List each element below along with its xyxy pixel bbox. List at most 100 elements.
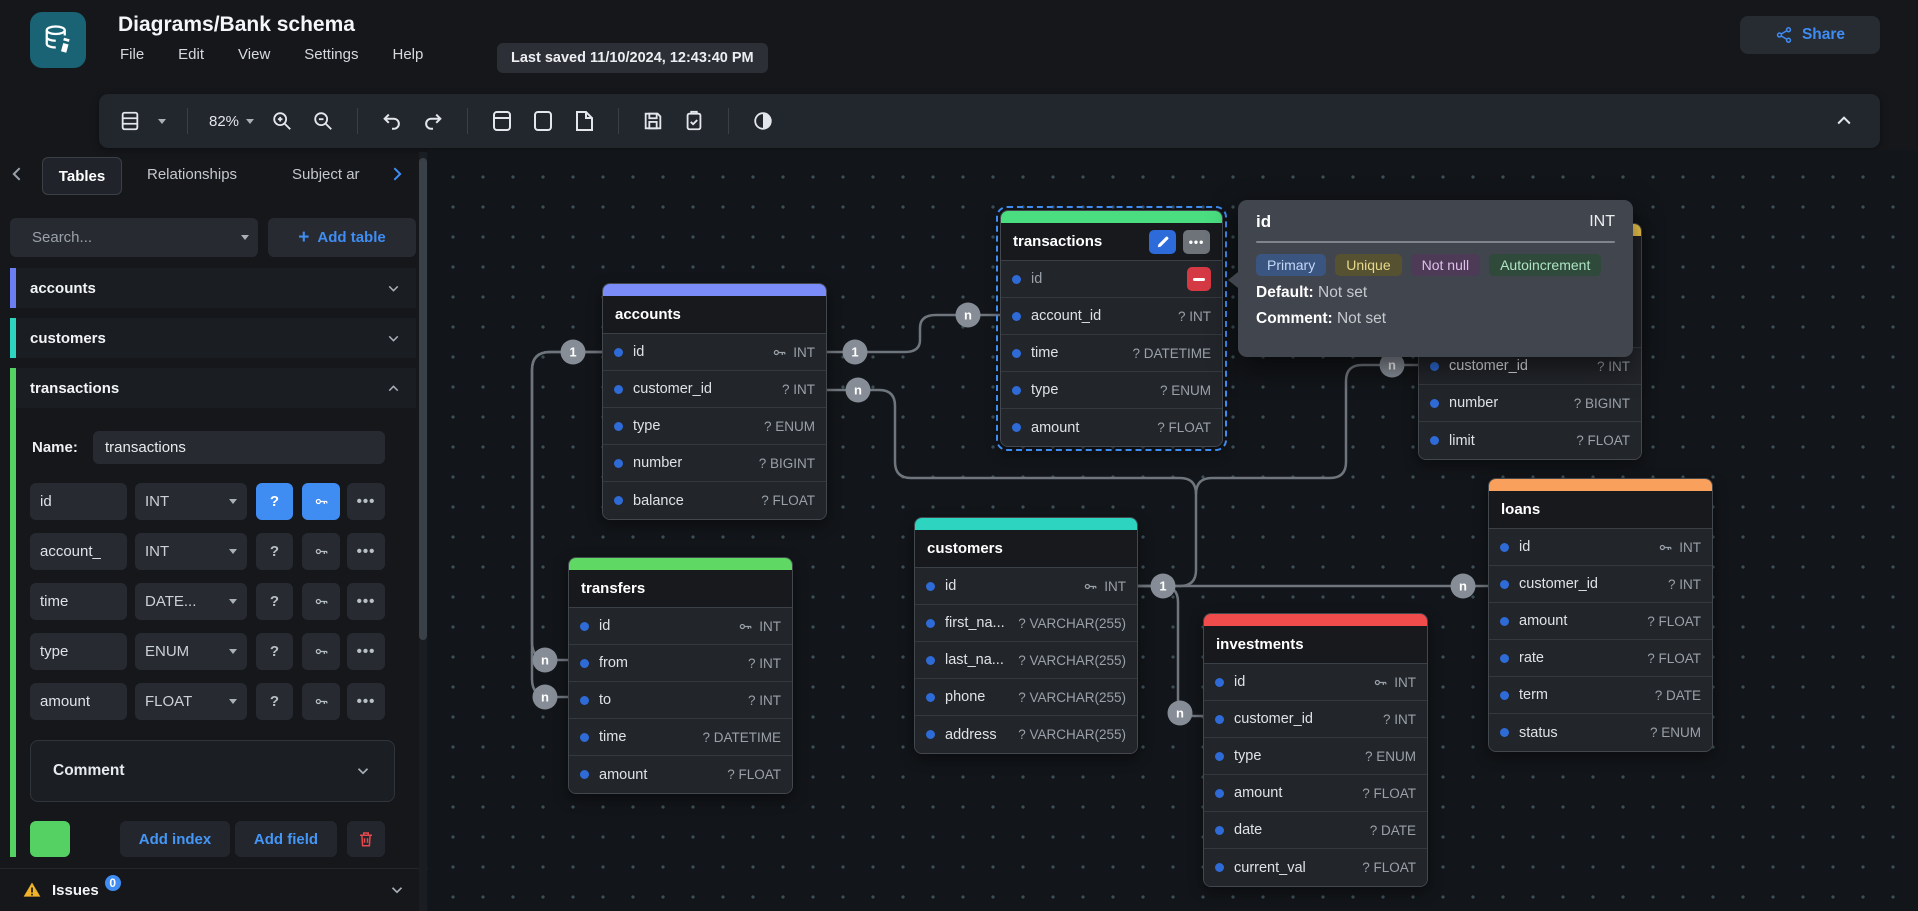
layout-rows-icon[interactable] <box>117 108 143 134</box>
menu-settings[interactable]: Settings <box>304 46 358 63</box>
field-more-button[interactable]: ••• <box>347 633 385 670</box>
sidebar-item-customers[interactable]: customers <box>10 318 416 358</box>
table-field-row-id[interactable]: idINT <box>603 334 826 371</box>
table-field-row-number[interactable]: number? BIGINT <box>603 445 826 482</box>
tab-relationships[interactable]: Relationships <box>147 166 237 183</box>
sidebar-item-transactions[interactable]: transactions <box>10 368 416 408</box>
issues-bar[interactable]: Issues 0 <box>0 868 428 911</box>
table-field-row-status[interactable]: status? ENUM <box>1489 714 1712 751</box>
chevron-down-icon[interactable] <box>385 330 402 347</box>
field-type-select[interactable]: ENUM <box>135 633 247 670</box>
issues-chevron-icon[interactable] <box>388 881 406 899</box>
table-field-row-amount[interactable]: amount? FLOAT <box>569 756 792 793</box>
field-more-button[interactable]: ••• <box>347 483 385 520</box>
menu-file[interactable]: File <box>120 46 144 63</box>
table-field-row-id[interactable]: id <box>1001 261 1222 298</box>
save-icon[interactable] <box>640 108 666 134</box>
menu-view[interactable]: View <box>238 46 270 63</box>
table-more-button[interactable]: ••• <box>1183 230 1210 254</box>
nullable-toggle-button[interactable]: ? <box>256 633 293 670</box>
menu-edit[interactable]: Edit <box>178 46 204 63</box>
canvas-table-customers[interactable]: customersidINTfirst_na...? VARCHAR(255)l… <box>914 517 1138 754</box>
table-field-row-amount[interactable]: amount? FLOAT <box>1489 603 1712 640</box>
add-area-icon[interactable] <box>530 108 556 134</box>
field-name-input[interactable]: type <box>30 633 127 670</box>
redo-icon[interactable] <box>420 108 446 134</box>
table-field-row-address[interactable]: address? VARCHAR(255) <box>915 716 1137 753</box>
field-type-select[interactable]: DATE... <box>135 583 247 620</box>
table-name-input[interactable] <box>93 431 385 464</box>
field-type-select[interactable]: INT <box>135 533 247 570</box>
table-field-row-time[interactable]: time? DATETIME <box>1001 335 1222 372</box>
undo-icon[interactable] <box>379 108 405 134</box>
primary-key-toggle-button[interactable] <box>302 483 340 520</box>
table-field-row-term[interactable]: term? DATE <box>1489 677 1712 714</box>
table-field-row-number[interactable]: number? BIGINT <box>1419 385 1641 422</box>
canvas-table-accounts[interactable]: accountsidINTcustomer_id? INTtype? ENUMn… <box>602 283 827 520</box>
primary-key-toggle-button[interactable] <box>302 583 340 620</box>
field-more-button[interactable]: ••• <box>347 583 385 620</box>
table-field-row-type[interactable]: type? ENUM <box>1001 372 1222 409</box>
table-field-row-customer_id[interactable]: customer_id? INT <box>603 371 826 408</box>
field-name-input[interactable]: id <box>30 483 127 520</box>
table-field-row-type[interactable]: type? ENUM <box>1204 738 1427 775</box>
canvas-table-transfers[interactable]: transfersidINTfrom? INTto? INTtime? DATE… <box>568 557 793 794</box>
add-note-icon[interactable] <box>571 108 597 134</box>
search-caret-icon[interactable] <box>241 235 249 240</box>
table-field-row-from[interactable]: from? INT <box>569 645 792 682</box>
table-field-row-id[interactable]: idINT <box>915 568 1137 605</box>
table-field-row-type[interactable]: type? ENUM <box>603 408 826 445</box>
table-field-row-phone[interactable]: phone? VARCHAR(255) <box>915 679 1137 716</box>
table-field-row-id[interactable]: idINT <box>569 608 792 645</box>
tabs-forward-icon[interactable] <box>386 164 406 184</box>
table-field-row-limit[interactable]: limit? FLOAT <box>1419 422 1641 459</box>
table-field-row-customer_id[interactable]: customer_id? INT <box>1204 701 1427 738</box>
tabs-back-icon[interactable] <box>8 164 28 184</box>
table-field-row-last_na...[interactable]: last_na...? VARCHAR(255) <box>915 642 1137 679</box>
table-field-row-amount[interactable]: amount? FLOAT <box>1001 409 1222 446</box>
menu-help[interactable]: Help <box>392 46 423 63</box>
nullable-toggle-button[interactable]: ? <box>256 483 293 520</box>
toolbar-collapse-icon[interactable] <box>1834 111 1854 131</box>
field-name-input[interactable]: time <box>30 583 127 620</box>
zoom-level-select[interactable]: 82% <box>209 113 254 130</box>
canvas-table-transactions[interactable]: transactions•••idaccount_id? INTtime? DA… <box>1000 210 1223 447</box>
zoom-out-icon[interactable] <box>310 108 336 134</box>
table-field-row-customer_id[interactable]: customer_id? INT <box>1489 566 1712 603</box>
edit-table-button[interactable] <box>1149 230 1176 254</box>
primary-key-toggle-button[interactable] <box>302 533 340 570</box>
add-table-button[interactable]: + Add table <box>268 218 416 257</box>
nullable-toggle-button[interactable]: ? <box>256 583 293 620</box>
search-input[interactable] <box>32 229 231 246</box>
search-input-wrap[interactable] <box>10 218 258 257</box>
delete-table-button[interactable] <box>347 821 385 857</box>
table-color-swatch[interactable] <box>30 821 70 857</box>
table-field-row-id[interactable]: idINT <box>1489 529 1712 566</box>
canvas-table-loans[interactable]: loansidINTcustomer_id? INTamount? FLOATr… <box>1488 478 1713 752</box>
sidebar-item-accounts[interactable]: accounts <box>10 268 416 308</box>
primary-key-toggle-button[interactable] <box>302 683 340 720</box>
layout-caret-icon[interactable] <box>158 119 166 124</box>
field-type-select[interactable]: INT <box>135 483 247 520</box>
share-button[interactable]: Share <box>1740 16 1880 54</box>
field-type-select[interactable]: FLOAT <box>135 683 247 720</box>
table-field-row-to[interactable]: to? INT <box>569 682 792 719</box>
table-field-row-id[interactable]: idINT <box>1204 664 1427 701</box>
nullable-toggle-button[interactable]: ? <box>256 683 293 720</box>
table-field-row-current_val[interactable]: current_val? FLOAT <box>1204 849 1427 886</box>
sidebar-scrollbar-thumb[interactable] <box>419 158 427 640</box>
table-field-row-date[interactable]: date? DATE <box>1204 812 1427 849</box>
table-field-row-account_id[interactable]: account_id? INT <box>1001 298 1222 335</box>
comment-accordion[interactable]: Comment <box>30 740 395 802</box>
canvas-table-investments[interactable]: investmentsidINTcustomer_id? INTtype? EN… <box>1203 613 1428 887</box>
table-field-row-time[interactable]: time? DATETIME <box>569 719 792 756</box>
tab-subject-areas[interactable]: Subject ar <box>292 166 360 183</box>
zoom-in-icon[interactable] <box>269 108 295 134</box>
table-field-row-rate[interactable]: rate? FLOAT <box>1489 640 1712 677</box>
delete-field-button[interactable] <box>1187 267 1211 291</box>
tab-tables[interactable]: Tables <box>42 157 122 195</box>
todo-clipboard-icon[interactable] <box>681 108 707 134</box>
chevron-up-icon[interactable] <box>385 380 402 397</box>
nullable-toggle-button[interactable]: ? <box>256 533 293 570</box>
field-more-button[interactable]: ••• <box>347 533 385 570</box>
